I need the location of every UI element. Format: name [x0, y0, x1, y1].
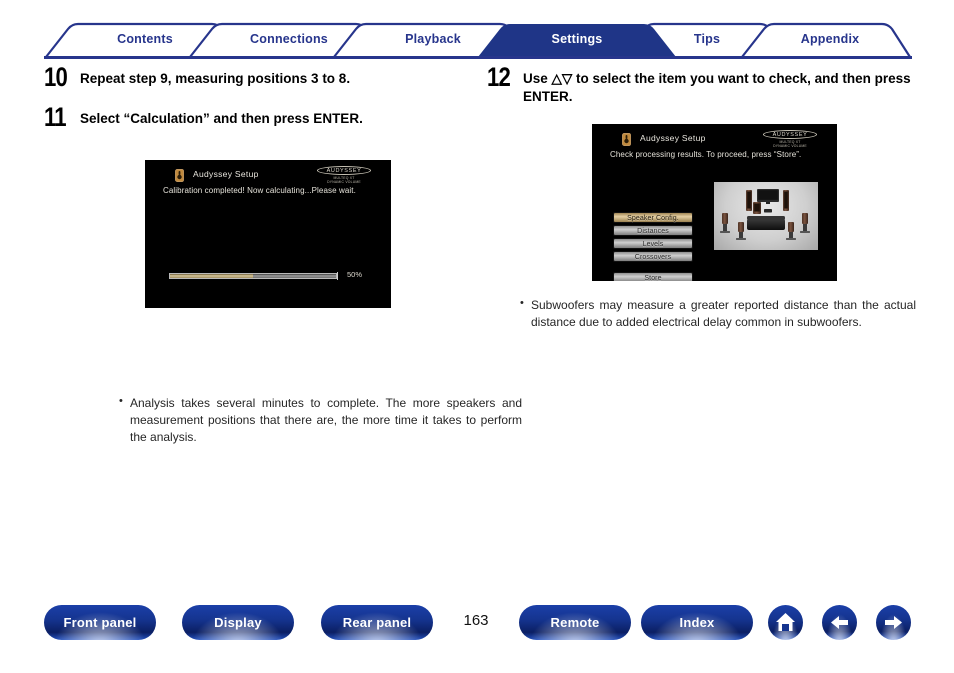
step-11: 11 Select “Calculation” and then press E… [44, 104, 474, 131]
step-12-text: Use △▽ to select the item you want to ch… [523, 71, 911, 105]
step-10: 10 Repeat step 9, measuring positions 3 … [44, 64, 474, 91]
index-button[interactable]: Index [641, 605, 753, 640]
speaker-layout-svg [720, 189, 810, 240]
results-menu: Speaker Config. Distances Levels Crossov… [613, 212, 693, 281]
tab-appendix[interactable]: Appendix [782, 32, 878, 46]
rear-panel-button[interactable]: Rear panel [321, 605, 433, 640]
right-column: 12 Use △▽ to select the item you want to… [487, 64, 917, 329]
osd-title: Audyssey Setup [193, 169, 259, 179]
progress-fill [170, 274, 253, 278]
step-10-text: Repeat step 9, measuring positions 3 to … [80, 71, 351, 86]
note-subwoofer-distance: Subwoofers may measure a greater reporte… [520, 296, 916, 331]
left-column: 10 Repeat step 9, measuring positions 3 … [44, 64, 522, 444]
osd-message: Check processing results. To proceed, pr… [610, 150, 802, 159]
home-button[interactable] [768, 605, 803, 640]
menu-item-speaker-config[interactable]: Speaker Config. [613, 212, 693, 223]
arrow-right-icon [885, 616, 902, 629]
menu-item-levels[interactable]: Levels [613, 238, 693, 249]
step-10-number: 10 [44, 62, 68, 92]
tab-settings[interactable]: Settings [532, 32, 622, 46]
step-11-text: Select “Calculation” and then press ENTE… [80, 111, 363, 127]
audyssey-logo-brand: AUDYSSEY [326, 167, 362, 174]
front-panel-button[interactable]: Front panel [44, 605, 156, 640]
audyssey-mic-icon [622, 133, 631, 146]
remote-button[interactable]: Remote [519, 605, 631, 640]
arrow-left-icon [831, 616, 848, 629]
osd-message: Calibration completed! Now calculating..… [163, 186, 356, 195]
audyssey-mic-icon [175, 169, 184, 182]
tab-underline [44, 56, 912, 59]
home-icon [776, 613, 795, 631]
audyssey-logo-line2: DYNAMIC VOLUME [327, 179, 361, 184]
page-number: 163 [463, 612, 489, 629]
osd-screenshot-results: Audyssey Setup AUDYSSEY MULTEQ XT DYNAMI… [592, 124, 837, 281]
step-11-number: 11 [44, 102, 67, 133]
primary-nav-tabs: Contents Connections Playback Settings T… [44, 22, 912, 59]
forward-button[interactable] [876, 605, 911, 640]
menu-item-distances[interactable]: Distances [613, 225, 693, 236]
progress-end-cap [337, 272, 338, 280]
footer-nav: Front panel Display Rear panel 163 Remot… [0, 605, 954, 651]
step-12: 12 Use △▽ to select the item you want to… [487, 64, 917, 106]
tab-playback[interactable]: Playback [388, 32, 478, 46]
note-analysis-time: Analysis takes several minutes to comple… [119, 394, 522, 445]
step-12-number: 12 [487, 62, 511, 92]
calculation-progress-bar: 50% [169, 270, 362, 280]
back-button[interactable] [822, 605, 857, 640]
progress-track [169, 273, 337, 279]
menu-item-store[interactable]: Store [613, 272, 693, 281]
tab-tips[interactable]: Tips [662, 32, 752, 46]
osd-screenshot-calculation: Audyssey Setup AUDYSSEY MULTEQ XT DYNAMI… [145, 160, 391, 308]
audyssey-logo-line2: DYNAMIC VOLUME [773, 143, 807, 148]
osd-title: Audyssey Setup [640, 133, 706, 143]
audyssey-logo: AUDYSSEY MULTEQ XT DYNAMIC VOLUME [317, 166, 373, 185]
tab-connections[interactable]: Connections [244, 32, 334, 46]
progress-percent-label: 50% [347, 270, 363, 279]
audyssey-logo: AUDYSSEY MULTEQ XT DYNAMIC VOLUME [763, 130, 819, 149]
menu-item-crossovers[interactable]: Crossovers [613, 251, 693, 262]
audyssey-logo-brand: AUDYSSEY [772, 131, 808, 138]
tab-contents[interactable]: Contents [100, 32, 190, 46]
display-button[interactable]: Display [182, 605, 294, 640]
speaker-layout-diagram [714, 182, 818, 250]
